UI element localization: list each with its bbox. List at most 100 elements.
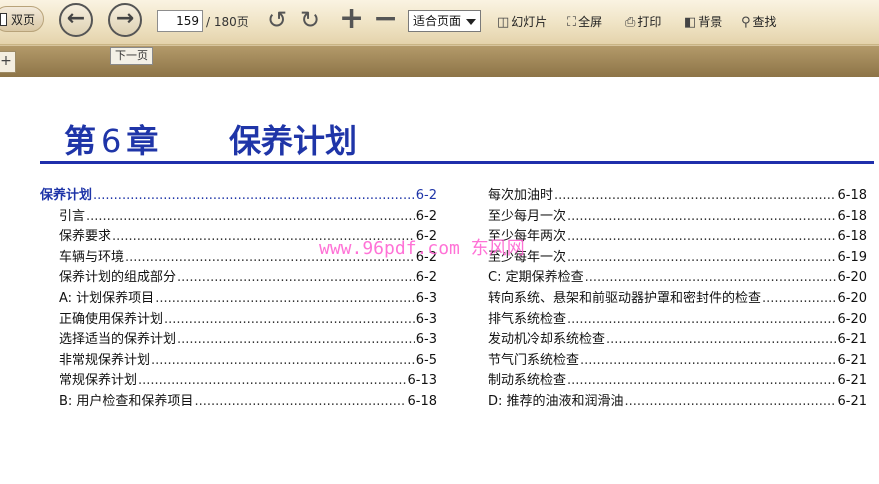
rotate-left-button[interactable]: ↺ [267, 6, 287, 34]
chapter-title: 保养计划 [229, 122, 358, 160]
zoom-select[interactable]: 适合页面 [408, 10, 481, 32]
toc-entry-page: 6-5 [415, 352, 437, 368]
projector-icon: ◫ [497, 15, 510, 30]
toc-entry-title: B: 用户检查和保养项目 [59, 394, 194, 409]
toc-entry[interactable]: B: 用户检查和保养项目 6-18 [59, 392, 437, 412]
toc-entry-page: 6-3 [415, 332, 437, 348]
toc-leader-dots [138, 371, 406, 391]
next-page-button[interactable]: → [108, 3, 142, 37]
minus-icon: − [373, 1, 399, 36]
search-label: 查找 [752, 15, 777, 29]
chapter-rule [40, 161, 874, 164]
toc-entry[interactable]: 常规保养计划 6-13 [59, 371, 437, 391]
page-total-label: / 180页 [206, 15, 249, 29]
toc-leader-dots [762, 289, 836, 309]
toc-entry-page: 6-18 [837, 188, 867, 203]
toc-entry[interactable]: 节气门系统检查 6-21 [488, 351, 867, 371]
zoom-in-button[interactable]: + [339, 4, 364, 34]
toc-entry-title: 常规保养计划 [59, 373, 138, 389]
toc-entry-title: 节气门系统检查 [488, 352, 580, 368]
toc-entry[interactable]: 非常规保养计划 6-5 [59, 351, 437, 371]
slideshow-button[interactable]: ◫ 幻灯片 [497, 13, 547, 30]
toc-entry[interactable]: 制动系统检查 6-21 [488, 371, 867, 391]
toc-leader-dots [554, 186, 836, 206]
toc-leader-dots [151, 351, 415, 371]
printer-icon: ⎙ [625, 15, 636, 30]
toc-entry-title: 非常规保养计划 [59, 352, 151, 368]
toc-leader-dots [567, 310, 836, 330]
background-button[interactable]: ◧ 背景 [684, 13, 722, 30]
toc-entry[interactable]: A: 计划保养项目 6-3 [59, 289, 437, 309]
chapter-number: 6 [101, 122, 123, 160]
toc-entry-title: 转向系统、悬架和前驱动器护罩和密封件的检查 [488, 291, 762, 306]
toc-entry-title: 引言 [59, 208, 86, 224]
fullscreen-button[interactable]: ⛶ 全屏 [567, 13, 602, 30]
next-page-tooltip: 下一页 [110, 47, 153, 65]
toc-entry[interactable]: 转向系统、悬架和前驱动器护罩和密封件的检查 6-20 [488, 289, 867, 309]
toc-entry-title: A: 计划保养项目 [59, 291, 155, 306]
toc-entry-page: 6-3 [415, 311, 437, 327]
toc-entry[interactable]: 保养计划 6-2 [40, 186, 437, 206]
toc-entry[interactable]: 选择适当的保养计划 6-3 [59, 330, 437, 350]
watermark-text: www.96pdf.com 东风网 [319, 238, 525, 259]
toc-entry-title: 每次加油时 [488, 188, 554, 203]
toc-entry-page: 6-20 [837, 270, 867, 286]
dual-page-label: 双页 [11, 13, 36, 27]
toc-leader-dots [567, 371, 836, 391]
toc-entry-page: 6-21 [837, 352, 867, 368]
toc-entry[interactable]: 排气系统检查 6-20 [488, 310, 867, 330]
viewer-toolbar: 双页 ← → 159 / 180页 ↺ ↻ + − 适合页面 ◫ 幻灯片 ⛶ 全屏 … [0, 0, 879, 45]
layers-icon: ◧ [684, 15, 697, 30]
toc-entry-page: 6-13 [407, 373, 437, 389]
dual-page-button[interactable]: 双页 [0, 6, 44, 32]
rotate-right-button[interactable]: ↻ [300, 6, 320, 34]
page-number-input[interactable]: 159 [157, 10, 203, 32]
toc-leader-dots [580, 351, 836, 371]
toc-entry-title: 保养计划 [40, 188, 93, 203]
add-tab-button[interactable]: + [0, 51, 16, 73]
toc-entry-page: 6-3 [415, 291, 437, 306]
toc-entry[interactable]: D: 推荐的油液和润滑油 6-21 [488, 392, 867, 412]
chapter-suffix: 章 [126, 122, 160, 160]
toc-entry[interactable]: 至少每年两次6-18 [488, 227, 867, 247]
toc-leader-dots [194, 392, 406, 412]
toc-entry-title: 选择适当的保养计划 [59, 332, 177, 348]
toc-entry-title: D: 推荐的油液和润滑油 [488, 394, 624, 409]
toc-entry-page: 6-19 [837, 249, 867, 265]
toc-entry-title: 至少每月一次 [488, 208, 567, 224]
print-button[interactable]: ⎙ 打印 [625, 13, 661, 30]
toc-entry-title: 正确使用保养计划 [59, 311, 164, 327]
chapter-heading: 第6章 [64, 116, 159, 162]
toc-entry[interactable]: 至少每月一次 6-18 [488, 207, 867, 227]
dual-page-icon [0, 13, 7, 26]
zoom-out-button[interactable]: − [373, 4, 398, 34]
toc-leader-dots [177, 268, 415, 288]
search-button[interactable]: ⚲ 查找 [741, 13, 777, 30]
toc-entry[interactable]: 引言 6-2 [59, 207, 437, 227]
toc-entry[interactable]: 至少每年一次6-19 [488, 248, 867, 268]
toc-leader-dots [155, 289, 415, 309]
toc-entry[interactable]: C: 定期保养检查 6-20 [488, 268, 867, 288]
toc-entry-page: 6-18 [407, 394, 437, 409]
toc-leader-dots [567, 248, 836, 268]
arrow-right-icon: → [115, 6, 135, 31]
chapter-prefix: 第 [64, 122, 98, 160]
toc-entry-page: 6-2 [415, 208, 437, 224]
toc-entry[interactable]: 每次加油时 6-18 [488, 186, 867, 206]
toc-entry-title: C: 定期保养检查 [488, 270, 584, 286]
toc-entry[interactable]: 保养计划的组成部分 6-2 [59, 268, 437, 288]
toc-entry[interactable]: 发动机冷却系统检查 6-21 [488, 330, 867, 350]
background-label: 背景 [698, 15, 723, 29]
toc-leader-dots [567, 207, 836, 227]
toc-entry[interactable]: 正确使用保养计划 6-3 [59, 310, 437, 330]
plus-icon: + [339, 1, 365, 36]
toc-entry-title: 排气系统检查 [488, 311, 567, 327]
rotate-cw-icon: ↻ [300, 6, 321, 34]
arrow-left-icon: ← [66, 6, 86, 31]
toc-leader-dots [585, 268, 837, 288]
previous-page-button[interactable]: ← [59, 3, 93, 37]
toc-entry-page: 6-21 [837, 394, 867, 409]
toc-entry-page: 6-18 [837, 229, 867, 245]
fullscreen-label: 全屏 [578, 15, 603, 29]
toc-entry-title: 车辆与环境 [59, 249, 125, 265]
